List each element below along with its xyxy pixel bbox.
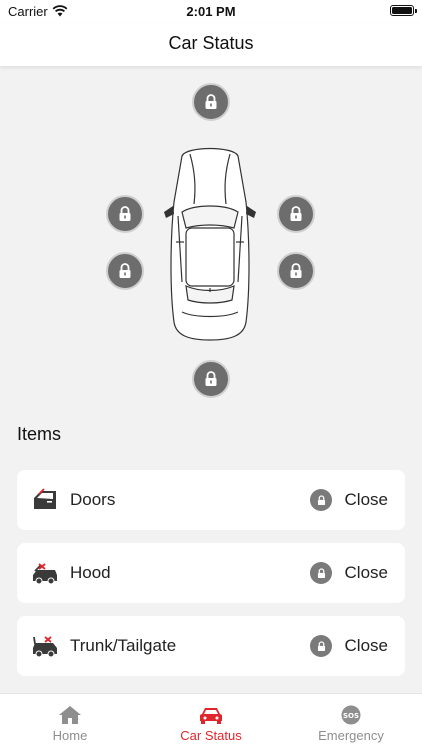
lock-icon [119,263,131,278]
tab-bar: Home Car Status SOS Emergency [0,693,422,751]
svg-text:SOS: SOS [343,712,359,720]
lock-icon [205,371,217,386]
door-icon [34,488,56,509]
left-front-door-lock-button[interactable] [106,195,144,233]
navigation-bar: Car Status [0,24,422,66]
lock-icon [290,206,302,221]
lock-icon [205,94,217,109]
tab-car-status[interactable]: Car Status [141,694,281,751]
lock-icon [310,635,332,657]
hood-icon [33,563,57,585]
car-icon [200,708,222,724]
item-row-trunk[interactable]: Trunk/Tailgate Close [17,616,405,676]
tab-label: Home [52,728,88,743]
item-status: Close [344,490,388,509]
lock-icon [119,206,131,221]
right-rear-door-lock-button[interactable] [277,252,315,290]
item-label: Trunk/Tailgate [70,636,177,655]
front-lock-button[interactable] [192,83,230,121]
lock-icon [290,263,302,278]
left-rear-door-lock-button[interactable] [106,252,144,290]
status-bar: Carrier 2:01 PM [0,0,422,24]
item-label: Hood [70,563,111,582]
trunk-icon [33,636,57,658]
items-section-title: Items [17,424,62,444]
item-row-doors[interactable]: Doors Close [17,470,405,530]
lock-icon [310,562,332,584]
right-front-door-lock-button[interactable] [277,195,315,233]
sos-icon: SOS [341,705,361,725]
home-icon [59,706,81,724]
page-title: Car Status [168,33,254,53]
tab-label: Car Status [180,728,242,743]
battery-icon [390,5,417,16]
item-label: Doors [70,490,116,509]
tab-emergency[interactable]: SOS Emergency [281,694,421,751]
car-top-view-icon [164,147,256,341]
lock-icon [310,489,332,511]
car-diagram [0,66,422,416]
rear-lock-button[interactable] [192,360,230,398]
tab-home[interactable]: Home [0,694,140,751]
clock: 2:01 PM [186,4,236,19]
item-row-hood[interactable]: Hood Close [17,543,405,603]
tab-label: Emergency [318,728,384,743]
item-status: Close [344,636,388,655]
item-status: Close [344,563,388,582]
